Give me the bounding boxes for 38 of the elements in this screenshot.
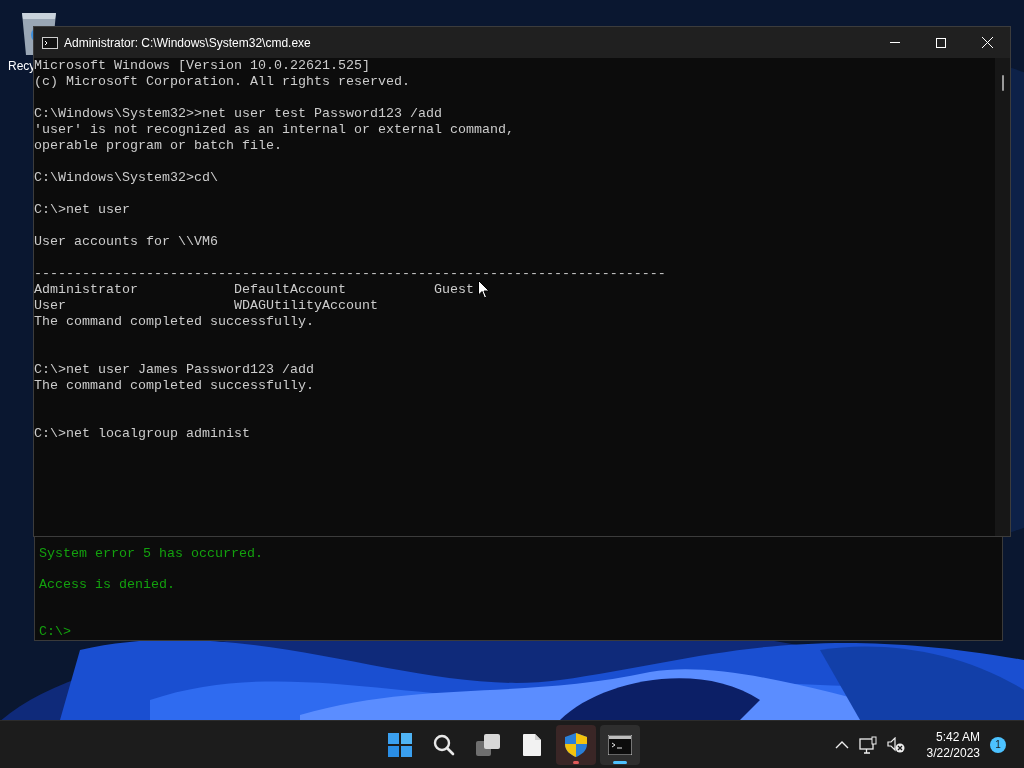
windows-logo-icon: [388, 733, 412, 757]
terminal-icon: [608, 735, 632, 755]
console-line: C:\>: [39, 624, 71, 640]
speaker-muted-icon[interactable]: [886, 736, 905, 753]
console-line: 'user' is not recognized as an internal or external command,: [34, 122, 514, 138]
scrollbar-thumb[interactable]: [1001, 75, 1004, 91]
shield-icon: [565, 733, 587, 757]
console-line: (c) Microsoft Corporation. All rights reserved.: [34, 74, 410, 90]
minimize-icon: [890, 42, 900, 43]
mouse-pointer-icon: [478, 280, 490, 299]
console-line: C:\>net localgroup administ: [34, 426, 250, 442]
console-line: C:\>net user: [34, 202, 130, 218]
task-view-icon: [476, 734, 500, 756]
console-line: -------------------------------------------------------------------------------: [34, 266, 666, 282]
clock[interactable]: 5:42 AM 3/22/2023: [926, 728, 980, 761]
console-line: Microsoft Windows [Version 10.0.22621.525]: [34, 58, 370, 74]
network-icon[interactable]: [858, 735, 877, 754]
notification-badge[interactable]: 1: [990, 736, 1006, 753]
chevron-up-icon[interactable]: [834, 740, 849, 749]
taskbar-app-button[interactable]: [600, 725, 640, 765]
document-icon: [523, 734, 541, 756]
console-line: System error 5 has occurred.: [39, 546, 263, 562]
console-line: C:\>net user James Password123 /add: [34, 362, 314, 378]
console-line: Administrator DefaultAccount Guest: [34, 282, 474, 298]
terminal-icon: [42, 36, 58, 49]
maximize-icon: [936, 37, 946, 48]
console-line: User WDAGUtilityAccount: [34, 298, 378, 314]
console-line: The command completed successfully.: [34, 378, 314, 394]
console-line: operable program or batch file.: [34, 138, 282, 154]
console-line: C:\Windows\System32>>net user test Password123 /add: [34, 106, 442, 122]
console-line: Access is denied.: [39, 577, 175, 594]
close-icon: [981, 37, 993, 48]
taskbar-app-button[interactable]: [556, 725, 596, 765]
window-title: Administrator: C:\Windows\System32\cmd.exe: [64, 34, 311, 52]
console-line: C:\Windows\System32>cd\: [34, 170, 218, 186]
console-line: The command completed successfully.: [34, 314, 314, 330]
search-icon: [433, 734, 455, 756]
console-line: User accounts for \\VM6: [34, 234, 218, 250]
